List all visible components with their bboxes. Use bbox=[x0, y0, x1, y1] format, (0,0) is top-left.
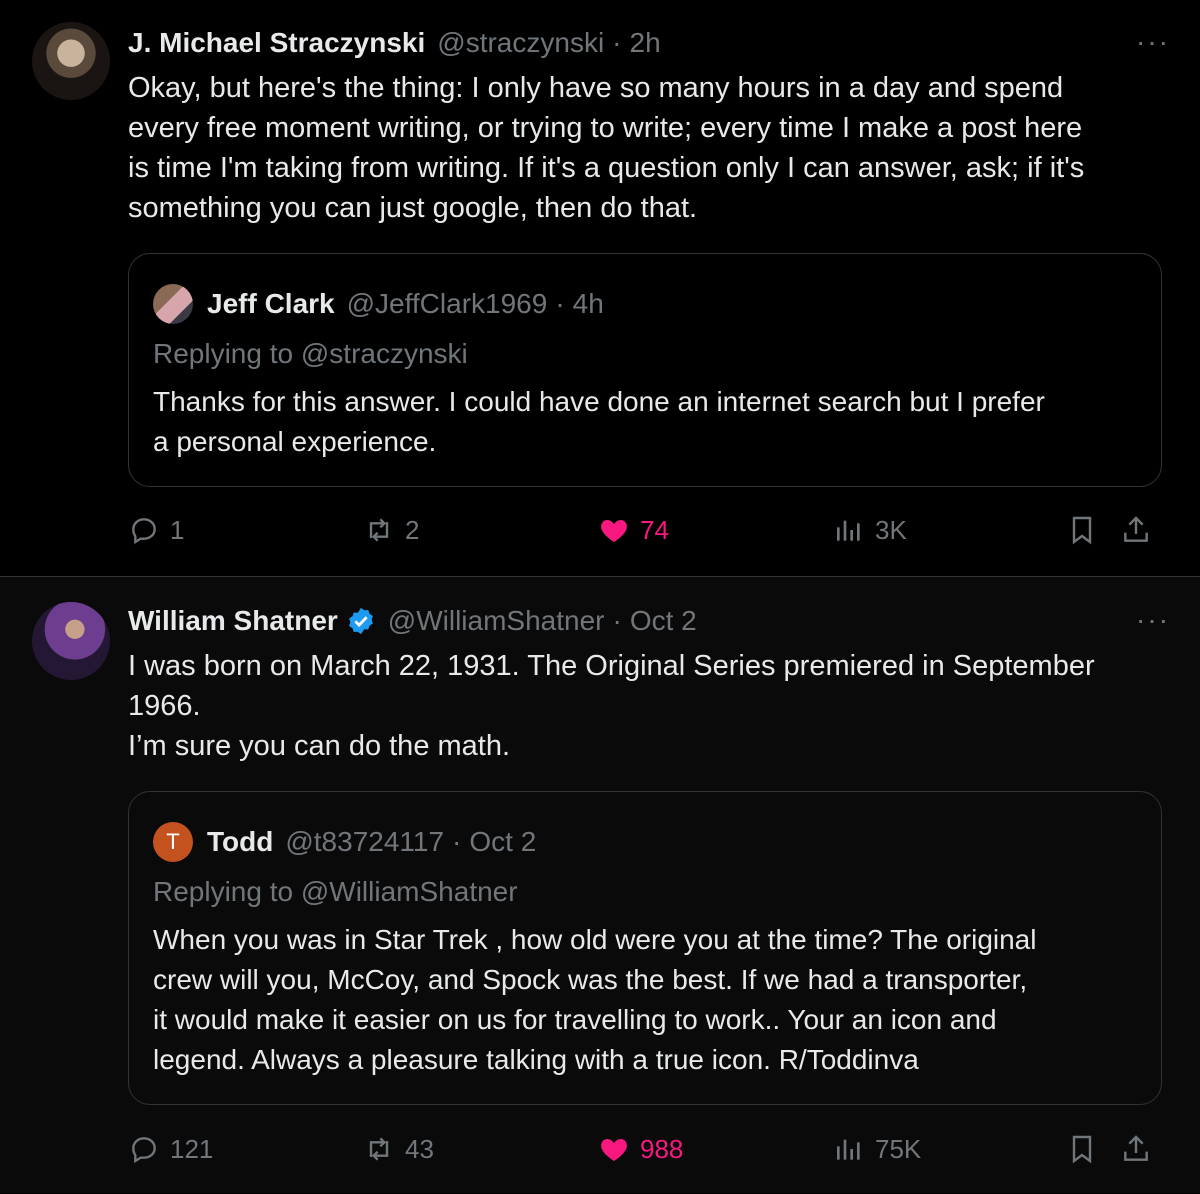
reply-count: 121 bbox=[170, 1133, 214, 1164]
view-count: 75K bbox=[875, 1133, 922, 1164]
separator: · bbox=[612, 27, 622, 58]
analytics-icon bbox=[837, 520, 860, 541]
like-button[interactable]: 988 bbox=[598, 1133, 683, 1165]
timestamp[interactable]: 2h bbox=[630, 27, 661, 59]
quote-author-handle: @t83724117 bbox=[285, 826, 445, 857]
avatar[interactable] bbox=[32, 602, 110, 680]
replying-to: Replying to @straczynski bbox=[153, 338, 468, 369]
reply-icon bbox=[132, 1137, 156, 1164]
separator: · bbox=[452, 826, 462, 857]
repost-button[interactable]: 2 bbox=[363, 514, 419, 546]
tweet[interactable]: J. Michael Straczynski @straczynski · 2h… bbox=[0, 0, 1200, 577]
repost-button[interactable]: 43 bbox=[363, 1133, 434, 1165]
quote-text: When you was in Star Trek , how old were… bbox=[153, 924, 1037, 1075]
share-button[interactable] bbox=[1120, 1133, 1152, 1170]
repost-count: 43 bbox=[405, 1133, 434, 1164]
quote-avatar: T bbox=[153, 822, 193, 862]
like-button[interactable]: 74 bbox=[598, 514, 669, 546]
views-button[interactable]: 3K bbox=[833, 514, 907, 546]
quoted-tweet[interactable]: T Todd @t83724117 · Oct 2 Replying to @W… bbox=[128, 791, 1162, 1105]
quote-author-name: Todd bbox=[207, 826, 274, 857]
timestamp[interactable]: Oct 2 bbox=[630, 605, 697, 637]
share-button[interactable] bbox=[1120, 514, 1152, 551]
replying-to: Replying to @WilliamShatner bbox=[153, 876, 518, 907]
more-options-icon[interactable]: ··· bbox=[1136, 26, 1170, 58]
quote-avatar bbox=[153, 284, 193, 324]
reply-count: 1 bbox=[170, 514, 185, 545]
share-icon bbox=[1124, 516, 1148, 542]
bookmark-icon bbox=[1072, 1135, 1092, 1164]
tweet-actions: 1 2 74 3K bbox=[128, 514, 1168, 554]
bookmark-button[interactable] bbox=[1066, 514, 1098, 551]
author-name[interactable]: J. Michael Straczynski bbox=[128, 27, 425, 59]
bookmark-button[interactable] bbox=[1066, 1133, 1098, 1170]
heart-icon bbox=[601, 520, 627, 542]
tweet-header: William Shatner @WilliamShatner · Oct 2 bbox=[128, 603, 697, 639]
author-handle[interactable]: @WilliamShatner bbox=[388, 605, 605, 637]
more-options-icon[interactable]: ··· bbox=[1136, 604, 1170, 636]
reply-icon bbox=[132, 518, 156, 545]
like-count: 74 bbox=[640, 514, 669, 545]
quote-header: T Todd @t83724117 · Oct 2 bbox=[153, 822, 536, 862]
quote-timestamp: Oct 2 bbox=[469, 826, 537, 857]
separator: · bbox=[612, 605, 622, 636]
quoted-tweet[interactable]: Jeff Clark @JeffClark1969 · 4h Replying … bbox=[128, 253, 1162, 487]
tweet-actions: 121 43 988 75K bbox=[128, 1133, 1168, 1173]
heart-icon bbox=[601, 1139, 627, 1161]
quote-author-name: Jeff Clark bbox=[207, 288, 335, 319]
like-count: 988 bbox=[640, 1133, 684, 1164]
author-handle[interactable]: @straczynski bbox=[437, 27, 604, 59]
bookmark-icon bbox=[1072, 516, 1092, 545]
avatar[interactable] bbox=[32, 22, 110, 100]
author-name[interactable]: William Shatner bbox=[128, 605, 338, 637]
share-icon bbox=[1124, 1135, 1148, 1161]
quote-timestamp: 4h bbox=[572, 288, 604, 319]
repost-icon bbox=[369, 518, 389, 542]
reply-button[interactable]: 1 bbox=[128, 514, 184, 546]
tweet-text: Okay, but here's the thing: I only have … bbox=[128, 72, 1085, 224]
tweet-header: J. Michael Straczynski @straczynski · 2h bbox=[128, 25, 661, 61]
verified-badge-icon bbox=[348, 607, 373, 635]
repost-count: 2 bbox=[405, 514, 420, 545]
quote-text: Thanks for this answer. I could have don… bbox=[153, 386, 1045, 457]
reply-button[interactable]: 121 bbox=[128, 1133, 213, 1165]
views-button[interactable]: 75K bbox=[833, 1133, 921, 1165]
quote-author-handle: @JeffClark1969 bbox=[346, 288, 548, 319]
quote-header: Jeff Clark @JeffClark1969 · 4h bbox=[153, 284, 604, 324]
tweet[interactable]: William Shatner @WilliamShatner · Oct 2 … bbox=[0, 577, 1200, 1193]
separator: · bbox=[555, 288, 565, 319]
view-count: 3K bbox=[875, 514, 907, 545]
analytics-icon bbox=[837, 1139, 860, 1160]
repost-icon bbox=[369, 1137, 389, 1161]
tweet-text: I was born on March 22, 1931. The Origin… bbox=[128, 650, 1095, 762]
